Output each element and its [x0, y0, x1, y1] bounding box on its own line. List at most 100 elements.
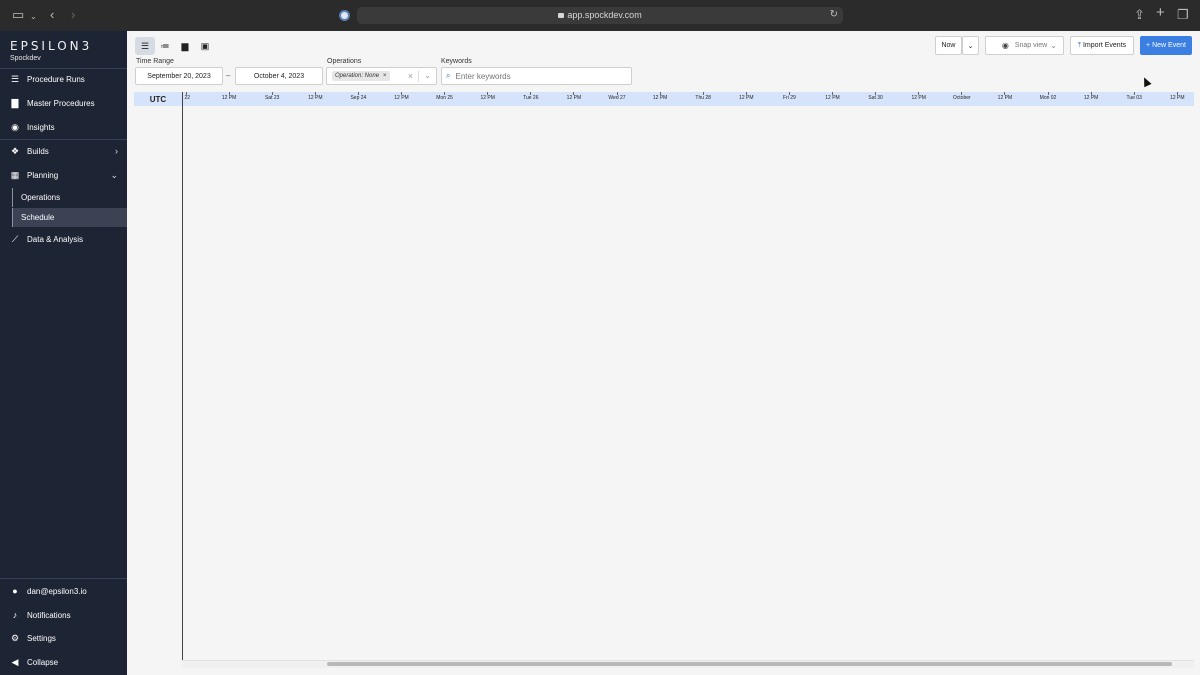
list-view-button[interactable]: ≔ [155, 37, 175, 55]
timeline-tick-label: 12 PM [1083, 95, 1099, 101]
timeline-tick-label: 12 PM [308, 95, 323, 101]
timeline-tick-label: 12 PM [221, 95, 237, 101]
chip-remove-icon[interactable]: × [383, 73, 387, 79]
sidebar-subitem-schedule[interactable]: Schedule [12, 208, 127, 227]
chevron-down-icon: ⌄ [1050, 41, 1057, 50]
operation-chip[interactable]: Operation: None × [332, 71, 390, 81]
sidebar-subitem-label: Schedule [21, 213, 55, 222]
timeline-view-button[interactable]: ☰ [135, 37, 155, 55]
list-icon: ≔ [160, 40, 170, 51]
timeline-tick-label: Fri 29 [783, 95, 796, 101]
address-url: app.spockdev.com [567, 10, 642, 20]
lock-icon [558, 13, 565, 18]
sidebar-item-collapse[interactable]: ◀ Collapse [0, 652, 127, 672]
start-date-field[interactable]: September 20, 2023 [135, 67, 223, 85]
sidebar-subitem-operations[interactable]: Operations [12, 188, 127, 207]
sidebar-item-label: Procedure Runs [27, 74, 85, 84]
sidebar-item-procedure-runs[interactable]: ☰ Procedure Runs [0, 69, 127, 89]
sidebar-item-insights[interactable]: ◉ Insights [0, 117, 127, 137]
now-button[interactable]: Now [935, 36, 962, 55]
calendar-view-button[interactable]: ▆ [175, 37, 195, 55]
horizontal-scrollbar[interactable] [327, 662, 1172, 666]
end-date-field[interactable]: October 4, 2023 [235, 67, 323, 85]
sidebar-item-user[interactable]: ● dan@epsilon3.io [0, 581, 127, 601]
date-range-dash: – [226, 71, 231, 80]
timeline-tick-label: October [952, 95, 971, 101]
back-icon[interactable]: ‹ [50, 8, 54, 22]
collapse-icon: ◀ [11, 656, 19, 667]
timeline-tick-label: Thu 28 [695, 95, 711, 101]
timeline-tick-label: Sat 23 [264, 95, 280, 101]
keywords-label: Keywords [441, 58, 472, 65]
new-event-label: + New Event [1146, 42, 1186, 49]
sidebar-item-data-analysis[interactable]: ⟋ Data & Analysis [0, 229, 127, 249]
upload-icon: ⤒ [1077, 41, 1081, 49]
sidebar: EPSILON3 Spockdev ☰ Procedure Runs ▇ Mas… [0, 31, 127, 675]
sidebar-item-builds[interactable]: ❖ Builds › [0, 141, 127, 161]
timeline-tick-label: 12 PM [480, 95, 495, 101]
sidebar-item-settings[interactable]: ⚙ Settings [0, 628, 127, 648]
timeline-tick-label: 12 PM [566, 95, 582, 101]
menu-lines-icon: ☰ [140, 40, 150, 51]
calendar-icon: ▆ [181, 40, 189, 51]
keywords-field[interactable]: ⌕ [441, 67, 632, 85]
timezone-label: UTC [149, 94, 167, 104]
sidebar-item-notifications[interactable]: ♪ Notifications [0, 605, 127, 625]
new-tab-icon[interactable]: + [1156, 5, 1165, 20]
reload-icon[interactable]: ↻ [830, 9, 838, 20]
keywords-input[interactable] [455, 71, 626, 81]
cubes-icon: ❖ [10, 145, 20, 156]
calendar-day-icon: ▣ [200, 40, 210, 51]
divider [0, 139, 127, 140]
sidebar-item-label: Data & Analysis [27, 234, 84, 244]
share-icon[interactable]: ⇪ [1134, 8, 1145, 22]
sidebar-item-master-procedures[interactable]: ▇ Master Procedures [0, 93, 127, 113]
timeline-tick-label: Mon 25 [436, 95, 453, 101]
sidebar-item-label: Settings [27, 633, 56, 643]
chevron-down-icon: ⌄ [967, 42, 974, 50]
chart-line-icon: ⟋ [11, 233, 19, 244]
sidebar-item-label: Insights [27, 122, 55, 132]
clear-icon[interactable]: × [408, 71, 413, 81]
chevron-down-icon[interactable]: ⌄ [30, 10, 37, 24]
site-favicon-icon [339, 10, 350, 21]
bell-icon: ♪ [12, 610, 18, 620]
user-email: dan@epsilon3.io [27, 586, 87, 596]
timeline-axis [182, 92, 183, 668]
calendar-day-view-button[interactable]: ▣ [195, 37, 215, 55]
timeline-tick-label: 12 PM [825, 95, 840, 101]
eye-icon: ◉ [1001, 41, 1009, 50]
tabs-overview-icon[interactable]: ❐ [1177, 8, 1189, 22]
forward-icon[interactable]: › [71, 8, 75, 22]
now-dropdown-button[interactable]: ⌄ [962, 36, 979, 55]
sidebar-item-label: Collapse [27, 657, 59, 667]
divider [418, 71, 419, 82]
snap-view-label: Snap view [1014, 42, 1048, 49]
user-icon: ● [12, 586, 18, 596]
time-range-label: Time Range [136, 58, 174, 65]
timeline[interactable]: UTC i 22 12 PM Sat 23 12 PM Sep 24 12 PM Mon 2… [134, 92, 1194, 668]
view-switcher: ☰ ≔ ▆ ▣ [135, 37, 215, 55]
address-bar[interactable]: app.spockdev.com ↻ [357, 7, 843, 24]
sidebar-item-planning[interactable]: ▦ Planning ⌄ [0, 165, 127, 185]
list-icon: ☰ [10, 73, 20, 84]
timeline-tick-label: Tue 26 [523, 95, 539, 101]
document-icon: ▇ [11, 97, 19, 108]
org-name: Spockdev [10, 55, 41, 62]
sidebar-subitem-label: Operations [21, 193, 61, 202]
chevron-down-icon: ⌄ [110, 170, 118, 180]
chevron-right-icon: › [115, 146, 118, 156]
calendar-icon: ▦ [10, 169, 20, 180]
operations-select[interactable]: Operation: None × × ⌄ [326, 67, 437, 85]
snap-view-select[interactable]: ◉ Snap view ⌄ [985, 36, 1064, 55]
timeline-header: UTC i 22 12 PM Sat 23 12 PM Sep 24 12 PM Mon 2… [134, 92, 1194, 106]
timeline-tick-label: 12 PM [997, 95, 1013, 101]
sidebar-toggle-icon[interactable]: ▭ [12, 8, 24, 22]
timeline-tick-label: 12 PM [911, 95, 926, 101]
chevron-down-icon[interactable]: ⌄ [424, 71, 431, 80]
import-events-button[interactable]: ⤒ Import Events [1070, 36, 1134, 55]
timeline-tick-label: Wed 27 [608, 95, 626, 101]
gear-icon: ⚙ [10, 632, 20, 643]
sidebar-item-label: Notifications [27, 610, 71, 620]
new-event-button[interactable]: + New Event [1140, 36, 1192, 55]
